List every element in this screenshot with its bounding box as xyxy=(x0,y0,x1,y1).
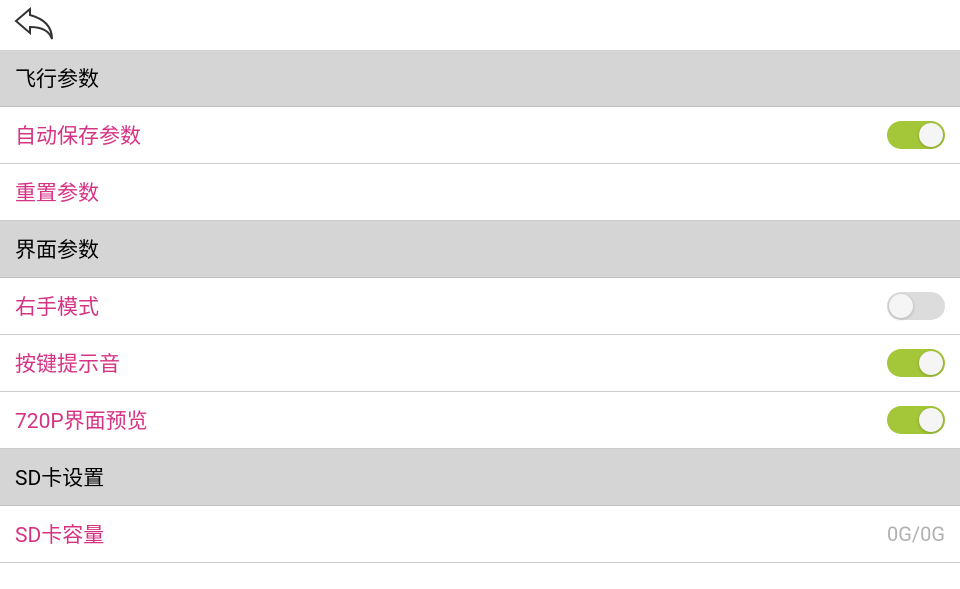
section-header-interface: 界面参数 xyxy=(0,221,960,278)
section-title: SD卡设置 xyxy=(15,467,104,491)
row-right-hand-mode[interactable]: 右手模式 xyxy=(0,278,960,335)
section-header-flight: 飞行参数 xyxy=(0,50,960,107)
row-label: 右手模式 xyxy=(15,291,99,321)
row-sd-capacity[interactable]: SD卡容量 0G/0G xyxy=(0,506,960,563)
row-label: 按键提示音 xyxy=(15,348,120,378)
toggle-knob xyxy=(919,408,943,432)
section-title: 飞行参数 xyxy=(15,68,99,92)
back-icon[interactable] xyxy=(10,3,58,47)
row-label: SD卡容量 xyxy=(15,519,104,549)
partial-row xyxy=(0,563,960,589)
row-key-sound[interactable]: 按键提示音 xyxy=(0,335,960,392)
toggle-key-sound[interactable] xyxy=(887,349,945,377)
header-bar xyxy=(0,0,960,50)
toggle-knob xyxy=(889,294,913,318)
toggle-720p-preview[interactable] xyxy=(887,406,945,434)
row-label: 自动保存参数 xyxy=(15,120,141,150)
row-label: 重置参数 xyxy=(15,177,99,207)
section-header-sd-card: SD卡设置 xyxy=(0,449,960,506)
toggle-right-hand-mode[interactable] xyxy=(887,292,945,320)
row-label: 720P界面预览 xyxy=(15,405,148,435)
row-value: 0G/0G xyxy=(887,522,945,546)
section-title: 界面参数 xyxy=(15,239,99,263)
row-auto-save[interactable]: 自动保存参数 xyxy=(0,107,960,164)
toggle-knob xyxy=(919,351,943,375)
toggle-knob xyxy=(919,123,943,147)
row-reset-params[interactable]: 重置参数 xyxy=(0,164,960,221)
toggle-auto-save[interactable] xyxy=(887,121,945,149)
row-720p-preview[interactable]: 720P界面预览 xyxy=(0,392,960,449)
